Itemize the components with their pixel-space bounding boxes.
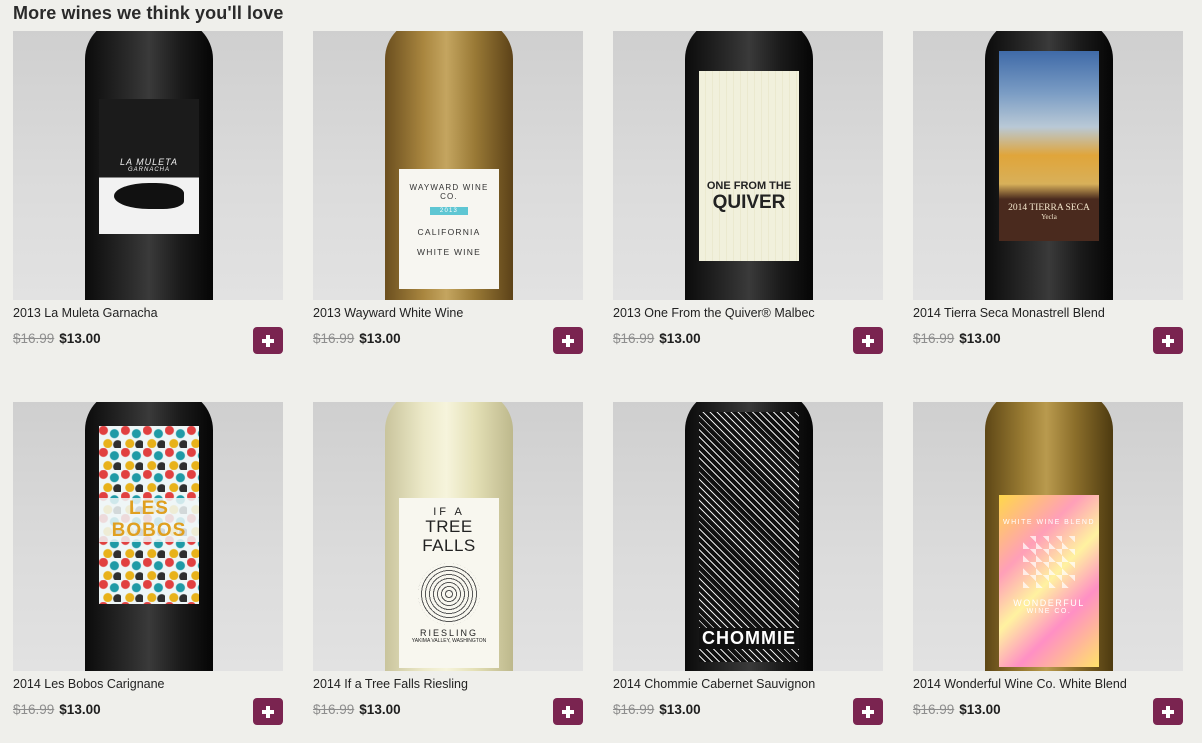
bottle-label: 2014 TIERRA SECA Yecla	[999, 51, 1099, 241]
bottle-image[interactable]: CHOMMIE	[613, 402, 883, 671]
original-price: $16.99	[13, 331, 55, 346]
wine-name[interactable]: 2014 Chommie Cabernet Sauvignon	[613, 677, 883, 691]
price-row: $16.99 $13.00	[613, 702, 701, 722]
add-to-cart-button[interactable]	[1153, 698, 1183, 725]
price-row: $16.99 $13.00	[313, 702, 401, 722]
add-to-cart-button[interactable]	[1153, 327, 1183, 354]
original-price: $16.99	[13, 702, 55, 717]
sale-price: $13.00	[359, 702, 401, 717]
wine-name[interactable]: 2014 Les Bobos Carignane	[13, 677, 283, 691]
bottle: IF A TREE FALLS RIESLING YAKIMA VALLEY, …	[385, 402, 513, 671]
bottle: CHOMMIE	[685, 402, 813, 671]
original-price: $16.99	[913, 331, 955, 346]
label-text: ONE FROM THE	[706, 180, 792, 192]
label-text: Yecla	[1041, 213, 1057, 221]
original-price: $16.99	[313, 331, 355, 346]
label-text: WAYWARD WINE CO.	[409, 183, 489, 201]
plus-icon	[562, 334, 574, 347]
plus-icon	[1162, 334, 1174, 347]
section-title: More wines we think you'll love	[13, 3, 284, 23]
sale-price: $13.00	[959, 702, 1001, 717]
bottle: LA MULETA GARNACHA	[85, 31, 213, 300]
wine-name[interactable]: 2013 One From the Quiver® Malbec	[613, 306, 883, 320]
sale-price: $13.00	[59, 331, 101, 346]
bottle-image[interactable]: WAYWARD WINE CO. 2013 CALIFORNIA WHITE W…	[313, 31, 583, 300]
price-row: $16.99 $13.00	[13, 702, 101, 722]
original-price: $16.99	[313, 702, 355, 717]
original-price: $16.99	[913, 702, 955, 717]
bottle: WHITE WINE BLEND WONDERFUL WINE CO.	[985, 402, 1113, 671]
plus-icon	[562, 705, 574, 718]
plus-icon	[262, 334, 274, 347]
wine-name[interactable]: 2014 Tierra Seca Monastrell Blend	[913, 306, 1183, 320]
label-text: WONDERFUL	[1013, 598, 1085, 608]
bottle-label: CHOMMIE	[699, 412, 799, 662]
bottle: WAYWARD WINE CO. 2013 CALIFORNIA WHITE W…	[385, 31, 513, 300]
price-row: $16.99 $13.00	[913, 331, 1001, 351]
bull-illustration	[114, 183, 184, 209]
plus-icon	[862, 334, 874, 347]
label-text: WHITE WINE BLEND	[1002, 519, 1096, 526]
sale-price: $13.00	[359, 331, 401, 346]
label-text: LA MULETA	[119, 157, 178, 167]
label-text: YAKIMA VALLEY, WASHINGTON	[411, 638, 487, 645]
label-text: CALIFORNIA	[417, 227, 481, 237]
add-to-cart-button[interactable]	[553, 327, 583, 354]
label-text: LES BOBOS	[99, 498, 199, 542]
label-text: WINE CO.	[1026, 608, 1072, 615]
bottle: 2014 TIERRA SECA Yecla	[985, 31, 1113, 300]
bottle: ONE FROM THE QUIVER	[685, 31, 813, 300]
wine-name[interactable]: 2014 Wonderful Wine Co. White Blend	[913, 677, 1183, 691]
bottle: LES BOBOS	[85, 402, 213, 671]
label-text: 2014 TIERRA SECA	[1008, 203, 1090, 213]
plus-icon	[1162, 705, 1174, 718]
plus-icon	[862, 705, 874, 718]
label-text: GARNACHA	[127, 167, 170, 173]
sale-price: $13.00	[959, 331, 1001, 346]
label-text: CHOMMIE	[699, 628, 799, 649]
price-row: $16.99 $13.00	[313, 331, 401, 351]
add-to-cart-button[interactable]	[253, 698, 283, 725]
label-text: 2013	[429, 207, 469, 215]
price-row: $16.99 $13.00	[13, 331, 101, 351]
add-to-cart-button[interactable]	[853, 327, 883, 354]
sale-price: $13.00	[659, 702, 701, 717]
bottle-label: WHITE WINE BLEND WONDERFUL WINE CO.	[999, 495, 1099, 667]
wine-name[interactable]: 2013 La Muleta Garnacha	[13, 306, 283, 320]
label-text: TREE FALLS	[422, 517, 476, 555]
price-row: $16.99 $13.00	[613, 331, 701, 351]
add-to-cart-button[interactable]	[553, 698, 583, 725]
add-to-cart-button[interactable]	[253, 327, 283, 354]
tree-rings-illustration	[418, 563, 480, 626]
price-row: $16.99 $13.00	[913, 702, 1001, 722]
wine-name[interactable]: 2013 Wayward White Wine	[313, 306, 583, 320]
bottle-image[interactable]: WHITE WINE BLEND WONDERFUL WINE CO.	[913, 402, 1183, 671]
bottle-label: WAYWARD WINE CO. 2013 CALIFORNIA WHITE W…	[399, 169, 499, 289]
label-text: QUIVER	[712, 191, 786, 213]
bottle-image[interactable]: ONE FROM THE QUIVER	[613, 31, 883, 300]
bottle-image[interactable]: LES BOBOS	[13, 402, 283, 671]
bottle-label: LA MULETA GARNACHA	[99, 99, 199, 234]
add-to-cart-button[interactable]	[853, 698, 883, 725]
bottle-image[interactable]: LA MULETA GARNACHA	[13, 31, 283, 300]
bottle-label: LES BOBOS	[99, 426, 199, 604]
bottle-image[interactable]: 2014 TIERRA SECA Yecla	[913, 31, 1183, 300]
bottle-image[interactable]: IF A TREE FALLS RIESLING YAKIMA VALLEY, …	[313, 402, 583, 671]
geometric-pattern	[1023, 536, 1075, 588]
sale-price: $13.00	[659, 331, 701, 346]
wine-name[interactable]: 2014 If a Tree Falls Riesling	[313, 677, 583, 691]
sale-price: $13.00	[59, 702, 101, 717]
original-price: $16.99	[613, 702, 655, 717]
plus-icon	[262, 705, 274, 718]
original-price: $16.99	[613, 331, 655, 346]
bottle-label: IF A TREE FALLS RIESLING YAKIMA VALLEY, …	[399, 498, 499, 668]
label-text: WHITE WINE	[417, 247, 481, 257]
bottle-label: ONE FROM THE QUIVER	[699, 71, 799, 261]
